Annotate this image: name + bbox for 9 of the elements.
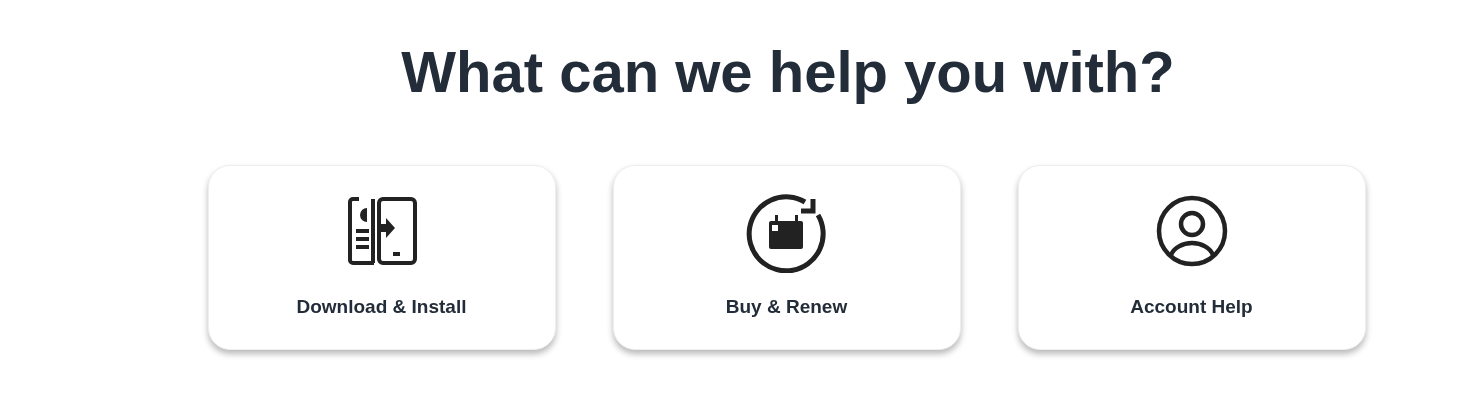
user-account-icon xyxy=(1155,195,1228,267)
help-card[interactable]: Download & Install xyxy=(207,165,556,350)
help-card[interactable]: Buy & Renew xyxy=(612,165,961,350)
help-card[interactable]: Account Help xyxy=(1017,165,1366,350)
page-heading: What can we help you with? xyxy=(401,38,1175,106)
card-label: Account Help xyxy=(1130,295,1253,319)
card-label: Buy & Renew xyxy=(725,295,848,319)
devices-icon xyxy=(346,196,417,266)
card-label: Download & Install xyxy=(296,295,467,319)
